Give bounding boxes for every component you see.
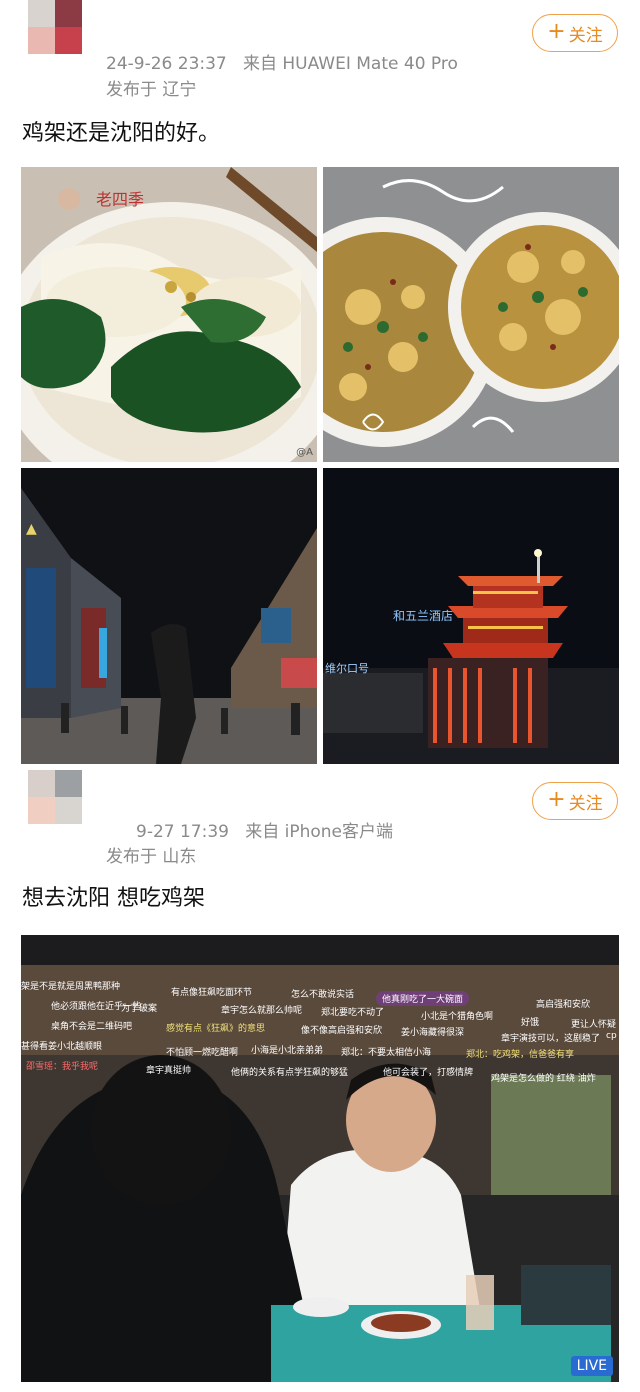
danmaku-comment: 郑北：吃鸡架，信爸爸有享: [466, 1050, 575, 1060]
danmaku-comment: 他可会装了，打感情牌: [383, 1068, 474, 1078]
post-text: 鸡架还是沈阳的好。: [22, 121, 221, 146]
photo-watermark: @A: [296, 447, 313, 458]
danmaku-comment: 他俩的关系有点学狂飙的够猛: [231, 1068, 349, 1078]
chicken-rack-illustration: [323, 167, 619, 462]
hotel-sign: 和五兰酒店: [393, 609, 453, 623]
danmaku-comment: 郑北要吃不动了: [321, 1008, 385, 1018]
follow-label: 关注: [568, 793, 603, 814]
danmaku-comment: cp: [606, 1031, 617, 1041]
post-source-prefix: 来自: [245, 822, 280, 842]
post-text: 想去沈阳 想吃鸡架: [22, 886, 205, 911]
follow-button[interactable]: + 关注: [532, 782, 618, 820]
danmaku-comment: 高启强和安欣: [536, 1000, 591, 1010]
danmaku-comment: 架是不是就是周黑鸭那种: [21, 982, 121, 992]
photo-gate-tower[interactable]: 和五兰酒店 维尔口号: [323, 468, 619, 764]
gate-tower-illustration: 和五兰酒店 维尔口号: [323, 468, 619, 764]
live-badge[interactable]: LIVE: [570, 1356, 613, 1376]
danmaku-comment: 感觉有点《狂飙》的意思: [166, 1024, 266, 1034]
post-meta-line: 9-27 17:39 来自 iPhone客户端: [136, 817, 393, 842]
danmaku-comment: 小北是个猎角色啊: [421, 1012, 494, 1022]
noodle-soup-illustration: 老四季: [21, 167, 317, 462]
danmaku-comment: 更让人怀疑: [571, 1020, 617, 1030]
post-time: 9-27 17:39: [136, 822, 229, 842]
danmaku-comment: 章宇演技可以，这剧稳了: [501, 1034, 601, 1044]
danmaku-comment: 鸡架是怎么做的 红绕 油炸: [491, 1074, 596, 1084]
night-street-illustration: ▲: [21, 468, 317, 764]
danmaku-comment: 甚得看姜小北越顺眼: [21, 1042, 103, 1052]
danmaku-comment: 郑北：不要太相信小海: [341, 1048, 432, 1058]
danmaku-comment: 为了破案: [121, 1004, 158, 1014]
post-time: 24-9-26 23:37: [106, 54, 227, 74]
svg-text:▲: ▲: [26, 521, 37, 537]
photo-noodle-soup[interactable]: 老四季 @A: [21, 167, 317, 462]
danmaku-layer: 架是不是就是周黑鸭那种有点像狂飙吃面环节 怎么不敢说实话 他真刚吃了一大碗面高启强和…: [21, 975, 619, 1085]
danmaku-comment: 他真刚吃了一大碗面: [376, 991, 470, 1006]
danmaku-comment: 桌角不会是二维码吧: [51, 1022, 133, 1032]
danmaku-comment: 小海是小北亲弟弟: [251, 1046, 324, 1056]
follow-label: 关注: [568, 25, 603, 46]
plus-icon: +: [547, 787, 566, 812]
avatar[interactable]: [28, 770, 82, 824]
danmaku-comment: 像不像高启强和安欣: [301, 1026, 383, 1036]
danmaku-comment: 好饿: [521, 1018, 540, 1028]
danmaku-comment: 不怕顾一燃吃醋啊: [166, 1048, 239, 1058]
shop-sign: 维尔口号: [325, 662, 369, 675]
photo-chicken-rack-dishes[interactable]: [323, 167, 619, 462]
danmaku-comment: 章宇怎么就那么帅呢: [221, 1006, 303, 1016]
post-source-prefix: 来自: [242, 54, 277, 74]
photo-tv-drama-screen[interactable]: 架是不是就是周黑鸭那种有点像狂飙吃面环节 怎么不敢说实话 他真刚吃了一大碗面高启强和…: [21, 935, 619, 1382]
post-meta-line: 24-9-26 23:37 来自 HUAWEI Mate 40 Pro: [106, 49, 458, 74]
plus-icon: +: [547, 19, 566, 44]
danmaku-comment: 姜小海藏得很深: [401, 1028, 465, 1038]
danmaku-comment: 章宇真挺帅: [146, 1066, 192, 1076]
follow-button[interactable]: + 关注: [532, 14, 618, 52]
danmaku-comment: 有点像狂飙吃面环节: [171, 988, 253, 998]
post-device: HUAWEI Mate 40 Pro: [282, 54, 458, 74]
danmaku-comment: 怎么不敢说实话: [291, 990, 355, 1000]
photo-night-street[interactable]: ▲: [21, 468, 317, 764]
post-location: 发布于 山东: [106, 847, 197, 867]
post-location: 发布于 辽宁: [106, 80, 197, 100]
svg-text:老四季: 老四季: [96, 190, 144, 209]
post-device: iPhone客户端: [284, 822, 393, 842]
danmaku-comment: 邵雪瑶：我乎我呢: [26, 1062, 99, 1072]
avatar[interactable]: [28, 0, 82, 54]
